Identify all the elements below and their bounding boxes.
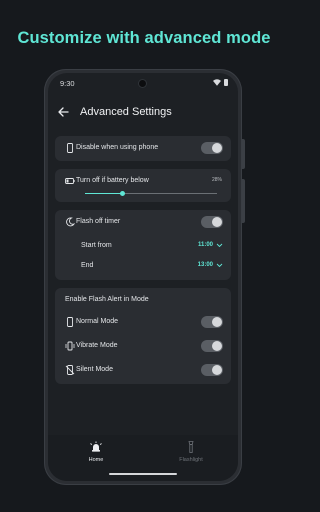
- app-screen: 9:30 Advanced Settings Disable when usin…: [48, 73, 238, 481]
- battery-row: Turn off if battery below 28%: [55, 169, 231, 193]
- end-time-value: 13:00: [197, 262, 213, 268]
- silent-mode-row: Silent Mode: [55, 358, 231, 382]
- back-arrow-icon[interactable]: [57, 106, 69, 118]
- flash-off-timer-card: Flash off timer Start from 11:00 End 13:…: [55, 210, 231, 280]
- page-title: Advanced Settings: [80, 106, 172, 118]
- flash-alert-modes-card: Enable Flash Alert in Mode Normal Mode V…: [55, 288, 231, 384]
- vibrate-mode-toggle[interactable]: [201, 340, 223, 352]
- nav-flashlight-label: Flashlight: [179, 457, 203, 463]
- gesture-home-bar[interactable]: [109, 473, 177, 475]
- nav-home-label: Home: [88, 457, 104, 463]
- disable-when-using-phone-card: Disable when using phone: [55, 136, 231, 161]
- home-alert-icon: [90, 441, 102, 452]
- silent-mode-label: Silent Mode: [76, 366, 113, 373]
- phone-icon: [67, 143, 73, 153]
- silent-icon: [65, 365, 75, 375]
- status-time: 9:30: [60, 79, 75, 88]
- flashlight-icon: [188, 441, 194, 453]
- vibrate-icon: [65, 341, 75, 351]
- disable-when-using-phone-label: Disable when using phone: [76, 144, 159, 151]
- battery-slider[interactable]: [85, 191, 217, 196]
- normal-mode-row: Normal Mode: [55, 310, 231, 334]
- disable-when-using-phone-toggle[interactable]: [201, 142, 223, 154]
- volume-button: [242, 179, 245, 223]
- modes-section-title: Enable Flash Alert in Mode: [65, 296, 149, 303]
- status-icons: [213, 79, 228, 86]
- vibrate-mode-row: Vibrate Mode: [55, 334, 231, 358]
- promo-title: Customize with advanced mode: [17, 29, 271, 47]
- battery-icon: [224, 79, 228, 86]
- battery-low-icon: [65, 178, 75, 184]
- normal-mode-toggle[interactable]: [201, 316, 223, 328]
- nav-home[interactable]: Home: [71, 441, 121, 463]
- front-camera: [139, 80, 146, 87]
- disable-when-using-phone-row: Disable when using phone: [55, 136, 231, 160]
- battery-card: Turn off if battery below 28%: [55, 169, 231, 202]
- silent-mode-toggle[interactable]: [201, 364, 223, 376]
- chevron-down-icon: [216, 263, 223, 267]
- chevron-down-icon: [216, 243, 223, 247]
- flash-off-timer-row: Flash off timer: [55, 210, 231, 234]
- battery-label: Turn off if battery below: [76, 177, 149, 184]
- end-label: End: [81, 262, 94, 269]
- wifi-icon: [213, 79, 221, 86]
- flash-off-timer-label: Flash off timer: [76, 218, 121, 225]
- power-button: [242, 139, 245, 169]
- phone-frame: 9:30 Advanced Settings Disable when usin…: [44, 69, 245, 485]
- battery-percent: 28%: [211, 177, 222, 183]
- vibrate-mode-label: Vibrate Mode: [76, 342, 118, 349]
- app-bar: Advanced Settings: [48, 101, 238, 125]
- battery-slider-thumb[interactable]: [119, 191, 125, 196]
- nav-flashlight[interactable]: Flashlight: [166, 441, 216, 463]
- moon-icon: [66, 217, 75, 227]
- normal-mode-label: Normal Mode: [76, 318, 119, 325]
- phone-icon: [67, 317, 73, 327]
- flash-off-timer-toggle[interactable]: [201, 216, 223, 228]
- start-from-label: Start from: [81, 242, 112, 249]
- battery-slider-fill: [85, 193, 122, 194]
- start-time-select[interactable]: 11:00: [198, 242, 223, 248]
- start-time-value: 11:00: [197, 242, 213, 248]
- status-bar: 9:30: [48, 73, 238, 93]
- end-time-select[interactable]: 13:00: [198, 262, 223, 268]
